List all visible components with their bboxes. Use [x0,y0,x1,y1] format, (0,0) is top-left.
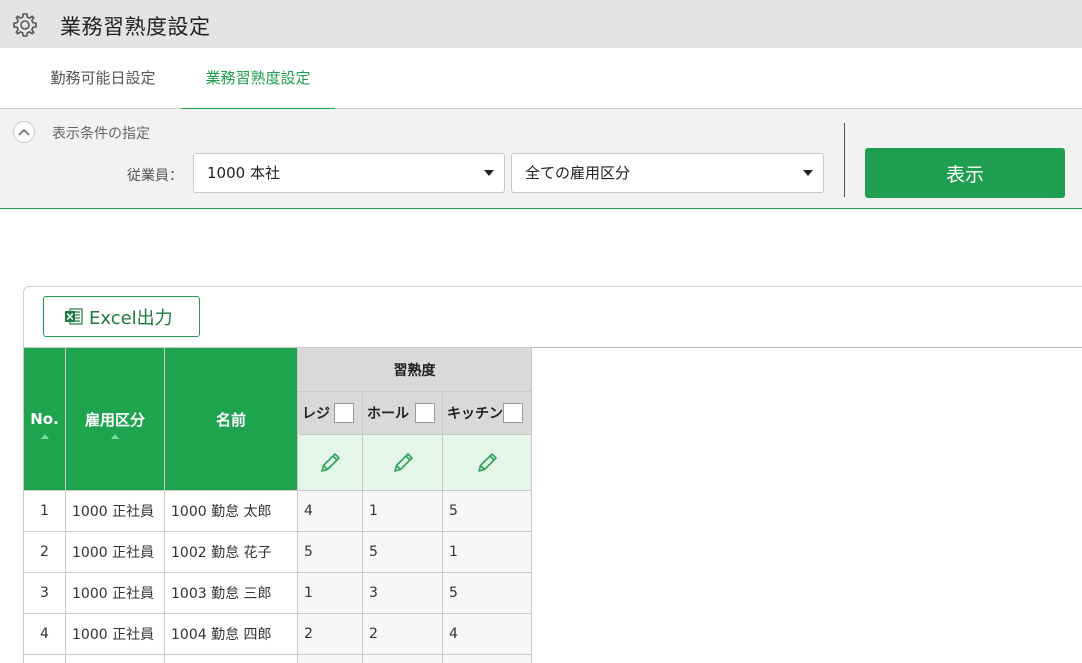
excel-export-label: Excel出力 [89,307,173,329]
column-header-no[interactable]: No. [23,347,66,491]
skill-value-register[interactable]: 4 [297,490,363,532]
skill-table: No. 雇用区分 名前 習熟度 レジ ホール キッチン 1 1000 正社員 1… [23,347,532,663]
chevron-up-icon [18,128,30,136]
collapse-toggle[interactable] [13,121,35,143]
employee-select[interactable]: 1000 本社 [193,153,505,193]
skill-value-register[interactable]: 1 [297,572,363,614]
tab-available-days[interactable]: 勤務可能日設定 [30,48,176,109]
condition-section-label: 表示条件の指定 [52,126,150,142]
employment-type-select[interactable]: 全ての雇用区分 [511,153,824,193]
row-no: 2 [23,531,66,573]
condition-panel: 表示条件の指定 従業員： 1000 本社 全ての雇用区分 表示 [0,109,1082,209]
row-no: 1 [23,490,66,532]
employee-label: 従業員： [127,168,183,184]
skill-value-register[interactable]: 2 [297,613,363,655]
pencil-icon [478,452,497,472]
dropdown-arrow-icon [803,170,813,176]
excel-icon [65,308,83,325]
divider [844,123,845,197]
skill-value-register[interactable] [297,654,363,663]
column-header-name[interactable]: 名前 [164,347,298,491]
skill-header-hall: ホール [362,391,443,435]
pencil-icon [321,452,340,472]
row-name: 1004 勤怠 四郎 [164,613,298,655]
skill-value-kitchen[interactable] [442,654,532,663]
column-header-skill: 習熟度 [297,347,532,392]
table-row: 2 1000 正社員 1002 勤怠 花子 5 5 1 [23,531,532,573]
skill-header-kitchen: キッチン [442,391,532,435]
row-name: 1000 勤怠 太郎 [164,490,298,532]
skill-value-hall[interactable]: 2 [362,613,443,655]
row-name: 1002 勤怠 花子 [164,531,298,573]
skill-value-hall[interactable]: 5 [362,531,443,573]
skill-value-kitchen[interactable]: 1 [442,531,532,573]
skill-value-kitchen[interactable]: 5 [442,572,532,614]
row-employment-type: 1000 正社員 [65,572,165,614]
skill-value-register[interactable]: 5 [297,531,363,573]
edit-register-cell[interactable] [297,434,363,491]
row-employment-type: 1000 正社員 [65,531,165,573]
kitchen-select-checkbox[interactable] [503,403,523,423]
show-button[interactable]: 表示 [865,148,1065,198]
row-no: 3 [23,572,66,614]
hall-select-checkbox[interactable] [415,403,435,423]
register-select-checkbox[interactable] [334,403,354,423]
row-no [23,654,66,663]
page-title: 業務習熟度設定 [60,15,211,39]
row-name [164,654,298,663]
table-row [23,654,532,663]
pencil-icon [393,452,413,472]
skill-header-register: レジ [297,391,363,435]
table-row: 1 1000 正社員 1000 勤怠 太郎 4 1 5 [23,490,532,532]
table-row: 4 1000 正社員 1004 勤怠 四郎 2 2 4 [23,613,532,655]
row-employment-type: 1000 正社員 [65,613,165,655]
sort-icon [40,434,49,439]
skill-value-kitchen[interactable]: 5 [442,490,532,532]
gear-icon[interactable] [11,11,39,39]
row-employment-type: 1000 正社員 [65,490,165,532]
title-bar: 業務習熟度設定 [0,0,1082,48]
row-no: 4 [23,613,66,655]
skill-value-hall[interactable]: 3 [362,572,443,614]
tab-skill-level[interactable]: 業務習熟度設定 [181,48,335,110]
table-row: 3 1000 正社員 1003 勤怠 三郎 1 3 5 [23,572,532,614]
sort-icon [111,434,119,439]
tab-bar: 勤務可能日設定 業務習熟度設定 [0,48,1082,110]
edit-kitchen-cell[interactable] [442,434,532,491]
row-employment-type [65,654,165,663]
skill-value-hall[interactable] [362,654,443,663]
excel-export-button[interactable]: Excel出力 [43,296,200,337]
column-header-employment-type[interactable]: 雇用区分 [65,347,165,491]
skill-value-kitchen[interactable]: 4 [442,613,532,655]
employment-type-select-value: 全ての雇用区分 [525,164,631,182]
row-name: 1003 勤怠 三郎 [164,572,298,614]
edit-hall-cell[interactable] [362,434,443,491]
dropdown-arrow-icon [484,170,494,176]
skill-value-hall[interactable]: 1 [362,490,443,532]
employee-select-value: 1000 本社 [207,164,280,182]
